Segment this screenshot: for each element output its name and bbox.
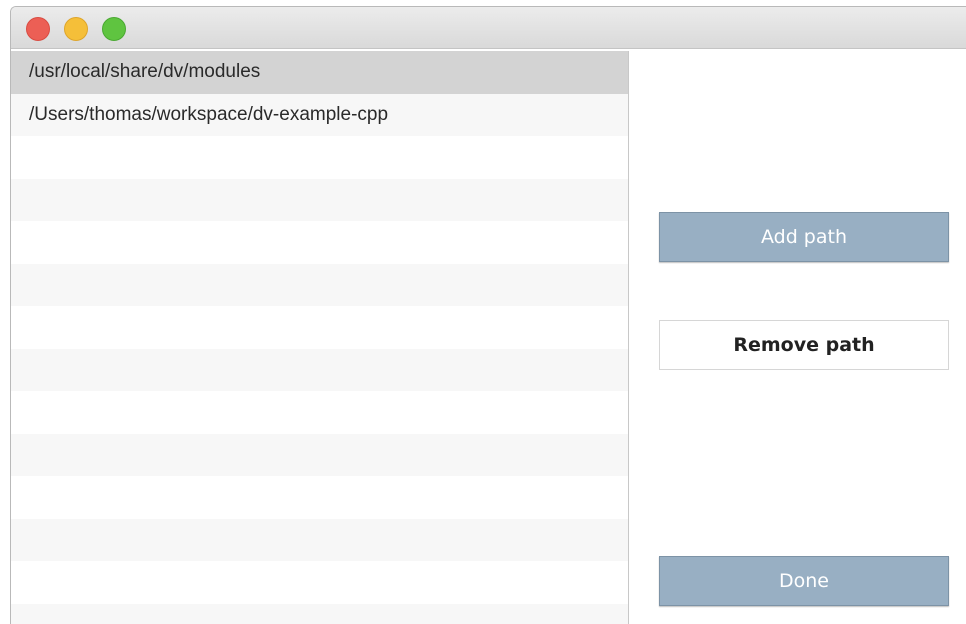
path-list-item[interactable]	[11, 221, 628, 264]
module-paths-window: /usr/local/share/dv/modules/Users/thomas…	[10, 6, 966, 624]
path-list-item[interactable]	[11, 306, 628, 349]
path-list-item[interactable]	[11, 348, 628, 391]
path-list-item[interactable]	[11, 603, 628, 624]
close-window-button[interactable]	[26, 17, 50, 41]
done-button[interactable]: Done	[659, 556, 949, 606]
path-list-item[interactable]	[11, 476, 628, 519]
path-list-item[interactable]: /usr/local/share/dv/modules	[11, 51, 628, 94]
path-list-item[interactable]	[11, 391, 628, 434]
path-list-item[interactable]	[11, 518, 628, 561]
zoom-window-button[interactable]	[102, 17, 126, 41]
path-list-item[interactable]	[11, 178, 628, 221]
remove-path-button[interactable]: Remove path	[659, 320, 949, 370]
add-path-button[interactable]: Add path	[659, 212, 949, 262]
path-list[interactable]: /usr/local/share/dv/modules/Users/thomas…	[11, 51, 629, 624]
path-actions-panel: Add path Remove path Done	[629, 51, 966, 624]
path-list-item[interactable]	[11, 263, 628, 306]
path-list-item[interactable]	[11, 433, 628, 476]
path-list-item[interactable]	[11, 561, 628, 604]
title-bar[interactable]	[11, 7, 966, 49]
path-list-item[interactable]: /Users/thomas/workspace/dv-example-cpp	[11, 93, 628, 136]
path-list-item[interactable]	[11, 136, 628, 179]
minimize-window-button[interactable]	[64, 17, 88, 41]
